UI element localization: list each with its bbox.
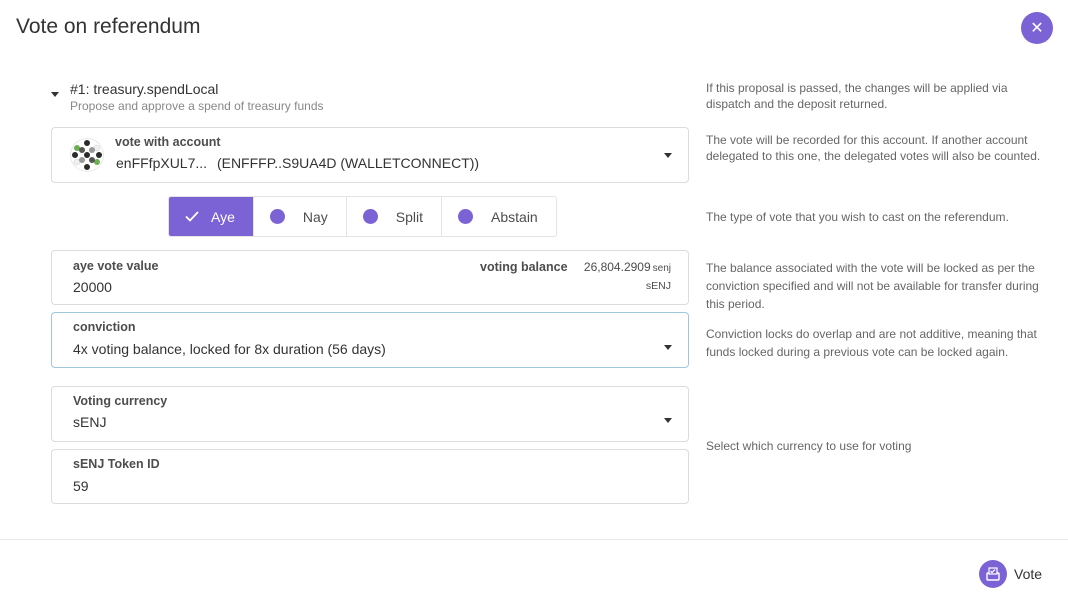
vote-option-label: Abstain [491, 208, 538, 225]
voting-balance-label: voting balance [480, 260, 568, 274]
vote-option-label: Split [395, 208, 424, 225]
chevron-down-icon[interactable] [664, 418, 672, 423]
token-id-label: sENJ Token ID [73, 457, 160, 471]
close-button[interactable]: ✕ [1021, 12, 1053, 44]
vote-option-label: Nay [302, 208, 328, 225]
token-id-field[interactable]: sENJ Token ID 59 [51, 449, 689, 504]
account-detail: (ENFFFP..S9UA4D (WALLETCONNECT)) [216, 155, 480, 171]
vote-button-label: Vote [1014, 566, 1043, 582]
token-id-input[interactable]: 59 [73, 478, 89, 494]
vote-option-split[interactable]: Split [347, 197, 443, 236]
help-account: The vote will be recorded for this accou… [706, 133, 1041, 163]
currency-label: Voting currency [73, 394, 168, 408]
vote-option-label: Aye [211, 208, 235, 225]
balance-unit: senj [652, 263, 671, 274]
radio-dot-icon [269, 209, 285, 224]
radio-dot-icon [362, 209, 378, 224]
chevron-down-icon[interactable] [664, 153, 672, 158]
ballot-icon [979, 560, 1007, 588]
account-value: enFFfpXUL7... (ENFFFP..S9UA4D (WALLETCON… [116, 155, 479, 171]
proposal-title: #1: treasury.spendLocal [70, 81, 219, 97]
chevron-down-icon[interactable] [664, 345, 672, 350]
vote-option-nay[interactable]: Nay [254, 197, 347, 236]
caret-down-icon[interactable] [51, 92, 59, 97]
vote-value-label: aye vote value [73, 259, 159, 273]
help-proposal: If this proposal is passed, the changes … [706, 81, 1008, 111]
vote-type-selector: Aye Nay Split Abstain [168, 196, 557, 237]
conviction-value: 4x voting balance, locked for 8x duratio… [73, 341, 386, 357]
help-balance: The balance associated with the vote wil… [706, 261, 1039, 311]
radio-dot-icon [458, 209, 474, 224]
vote-option-abstain[interactable]: Abstain [442, 197, 556, 236]
balance-amount: 26,804.2909 [583, 260, 651, 274]
account-name: enFFfpXUL7... [116, 155, 208, 171]
vote-option-aye[interactable]: Aye [169, 197, 254, 236]
check-icon [185, 209, 199, 225]
vote-value-input[interactable]: 20000 [73, 279, 112, 295]
account-avatar [70, 138, 104, 172]
currency-value: sENJ [73, 414, 107, 430]
conviction-label: conviction [73, 320, 136, 334]
voting-balance-value: 26,804.2909 senj [584, 260, 671, 274]
balance-ticker: sENJ [645, 280, 671, 292]
close-icon: ✕ [1030, 20, 1044, 37]
proposal-subtitle: Propose and approve a spend of treasury … [70, 99, 324, 113]
help-currency: Select which currency to use for voting [706, 439, 912, 453]
vote-value-field[interactable]: aye vote value 20000 voting balance 26,8… [51, 250, 689, 305]
account-label: vote with account [115, 135, 221, 149]
help-conviction: Conviction locks do overlap and are not … [706, 327, 1037, 359]
currency-selector[interactable]: Voting currency sENJ [51, 386, 689, 442]
help-vote-type: The type of vote that you wish to cast o… [706, 210, 1009, 224]
account-selector[interactable]: vote with account enFFfpXUL7... (ENFFFP.… [51, 127, 689, 183]
modal-title: Vote on referendum [16, 15, 201, 38]
footer-divider [0, 539, 1068, 540]
vote-button[interactable]: Vote [979, 560, 1042, 588]
conviction-selector[interactable]: conviction 4x voting balance, locked for… [51, 312, 689, 368]
